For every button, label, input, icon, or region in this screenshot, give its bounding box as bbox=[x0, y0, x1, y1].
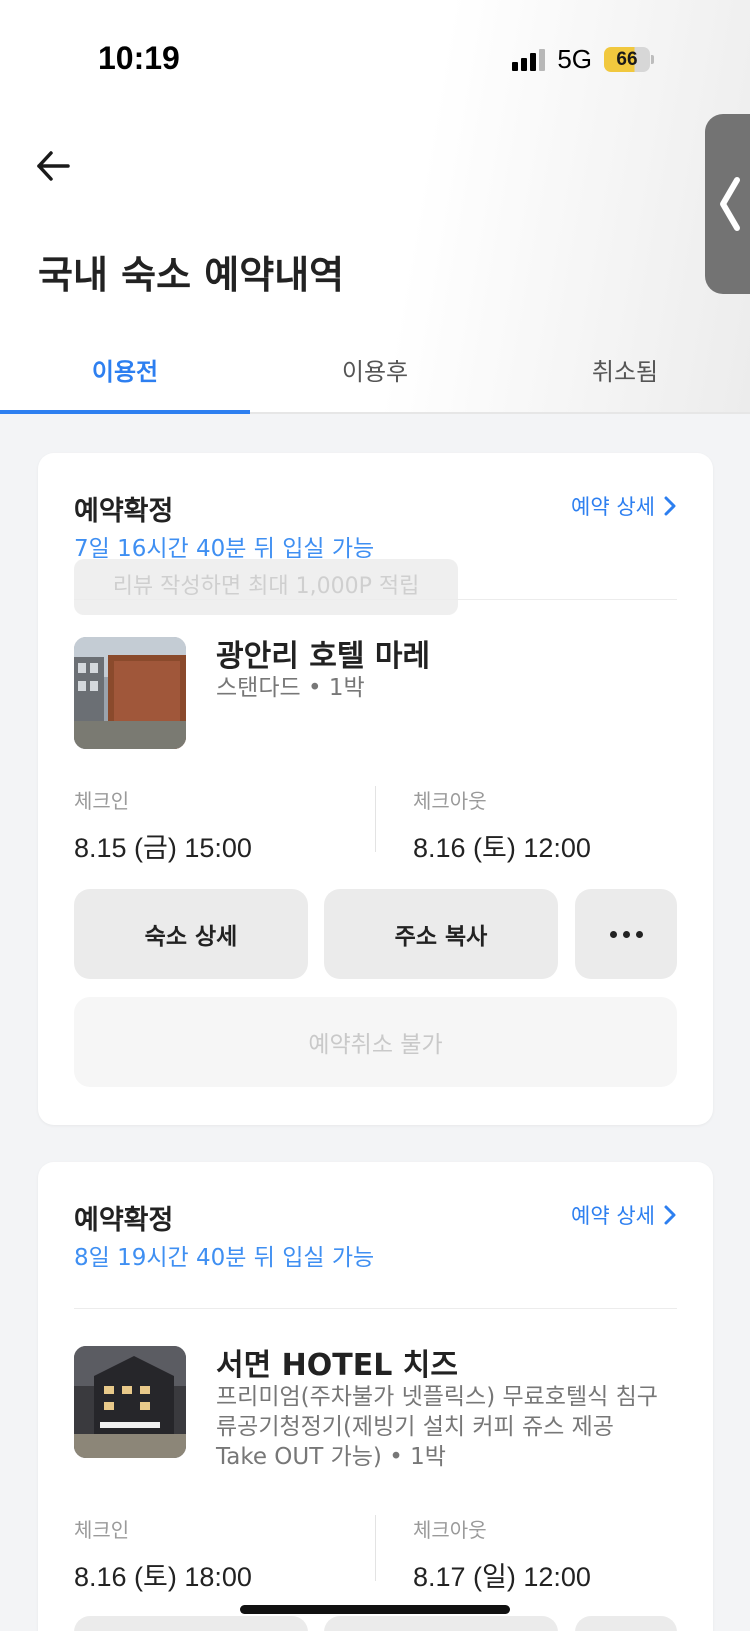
room-info: 스탠다드 • 1박 bbox=[216, 675, 365, 701]
more-button[interactable] bbox=[575, 1616, 677, 1631]
checkout-datetime: 8.17 (일) 12:00 bbox=[413, 1562, 591, 1592]
battery-level: 66 bbox=[604, 47, 650, 72]
divider bbox=[74, 1308, 677, 1309]
chevron-left-icon bbox=[720, 177, 740, 231]
checkin-block: 체크인 8.16 (토) 18:00 bbox=[74, 1514, 252, 1594]
checkout-block: 체크아웃 8.17 (일) 12:00 bbox=[413, 1514, 591, 1594]
check-divider bbox=[375, 1515, 376, 1581]
reservation-card: 예약확정 예약 상세 8일 19시간 40분 뒤 입실 가능 서면 HOTEL … bbox=[38, 1162, 713, 1631]
checkin-datetime: 8.16 (토) 18:00 bbox=[74, 1562, 252, 1592]
hotel-thumbnail[interactable] bbox=[74, 637, 186, 749]
copy-address-button[interactable] bbox=[324, 1616, 558, 1631]
tab-before-use[interactable]: 이용전 bbox=[0, 352, 250, 387]
home-indicator bbox=[240, 1605, 510, 1614]
checkout-block: 체크아웃 8.16 (토) 12:00 bbox=[413, 785, 591, 865]
hotel-thumbnail[interactable] bbox=[74, 1346, 186, 1458]
reservation-status: 예약확정 bbox=[74, 1205, 174, 1236]
chevron-right-icon bbox=[664, 1205, 676, 1225]
more-icon bbox=[609, 930, 643, 938]
network-type: 5G bbox=[557, 44, 592, 74]
status-indicators: 5G 66 bbox=[512, 44, 654, 75]
active-tab-indicator bbox=[0, 410, 250, 414]
checkin-block: 체크인 8.15 (금) 15:00 bbox=[74, 785, 252, 865]
checkin-countdown: 8일 19시간 40분 뒤 입실 가능 bbox=[74, 1245, 375, 1271]
cancel-reservation-button: 예약취소 불가 bbox=[74, 997, 677, 1087]
review-tooltip: 리뷰 작성하면 최대 1,000P 적립 bbox=[74, 559, 458, 615]
tab-after-use[interactable]: 이용후 bbox=[250, 352, 500, 387]
reservation-status: 예약확정 bbox=[74, 496, 174, 527]
tab-bar: 이용전 이용후 취소됨 bbox=[0, 340, 750, 414]
hotel-name: 광안리 호텔 마레 bbox=[216, 639, 431, 674]
reservation-card: 예약확정 예약 상세 7일 16시간 40분 뒤 입실 가능 리뷰 작성하면 최… bbox=[38, 453, 713, 1125]
hotel-detail-button[interactable]: 숙소 상세 bbox=[74, 889, 308, 979]
reservation-detail-link[interactable]: 예약 상세 bbox=[571, 491, 677, 521]
checkout-label: 체크아웃 bbox=[413, 789, 487, 813]
page-title: 국내 숙소 예약내역 bbox=[38, 253, 345, 297]
detail-link-label: 예약 상세 bbox=[571, 1204, 655, 1228]
signal-icon bbox=[512, 48, 546, 71]
hotel-detail-button[interactable] bbox=[74, 1616, 308, 1631]
copy-address-button[interactable]: 주소 복사 bbox=[324, 889, 558, 979]
hotel-name: 서면 HOTEL 치즈 bbox=[216, 1348, 458, 1383]
reservation-detail-link[interactable]: 예약 상세 bbox=[571, 1200, 677, 1230]
status-time: 10:19 bbox=[98, 40, 180, 76]
back-button[interactable] bbox=[34, 146, 74, 186]
detail-link-label: 예약 상세 bbox=[571, 495, 655, 519]
checkin-label: 체크인 bbox=[74, 1518, 130, 1542]
checkin-countdown: 7일 16시간 40분 뒤 입실 가능 bbox=[74, 536, 375, 562]
check-divider bbox=[375, 786, 376, 852]
checkout-label: 체크아웃 bbox=[413, 1518, 487, 1542]
tab-cancelled[interactable]: 취소됨 bbox=[500, 352, 750, 387]
checkin-label: 체크인 bbox=[74, 789, 130, 813]
battery-icon: 66 bbox=[604, 47, 654, 72]
room-info: 프리미엄(주차불가 넷플릭스) 무료호텔식 침구류공기청정기(제빙기 설치 커피… bbox=[216, 1384, 658, 1470]
chevron-right-icon bbox=[664, 496, 676, 516]
back-arrow-icon bbox=[37, 151, 70, 181]
more-button[interactable] bbox=[575, 889, 677, 979]
checkout-datetime: 8.16 (토) 12:00 bbox=[413, 833, 591, 863]
side-panel-handle[interactable] bbox=[705, 114, 750, 294]
checkin-datetime: 8.15 (금) 15:00 bbox=[74, 833, 252, 863]
